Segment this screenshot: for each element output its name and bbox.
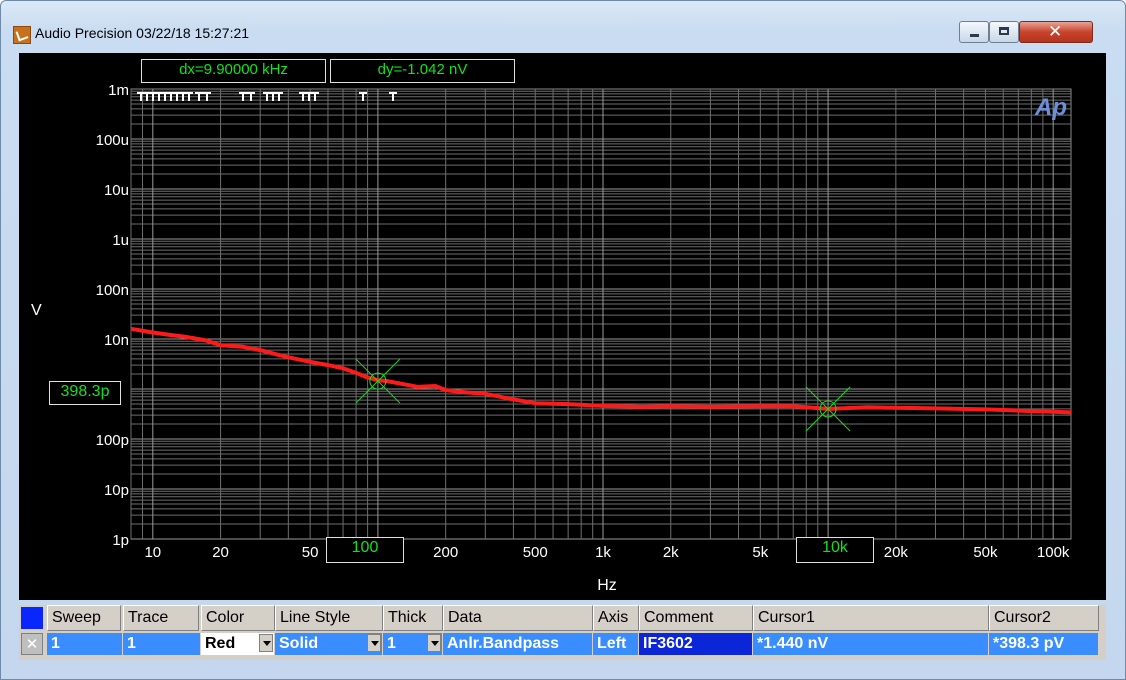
maximize-button[interactable] — [989, 21, 1019, 43]
x-tick-label: 10 — [144, 544, 161, 561]
x-tick-label: 20 — [212, 544, 229, 561]
cursor-y-readout: 398.3p — [49, 381, 121, 405]
cell-line-style[interactable]: Solid — [275, 633, 383, 655]
thick-dropdown-icon[interactable] — [427, 634, 441, 652]
cell-line-style-value: Solid — [279, 635, 319, 652]
trace-table: Sweep Trace Color Line Style Thick Data … — [19, 605, 1106, 660]
ap-logo: Ap — [1034, 94, 1067, 121]
header-color[interactable]: Color — [201, 605, 275, 631]
x-tick-label: 5k — [752, 544, 768, 561]
header-trace[interactable]: Trace — [123, 605, 199, 631]
dy-readout: dy=-1.042 nV — [330, 59, 515, 83]
trace-color-swatch[interactable] — [21, 607, 43, 629]
color-dropdown-icon[interactable] — [259, 634, 273, 652]
y-tick-label: 100u — [96, 132, 129, 149]
row-delete-checkbox[interactable]: ✕ — [21, 633, 43, 655]
cell-axis[interactable]: Left — [593, 633, 639, 655]
app-window: Audio Precision 03/22/18 15:27:21 ✕ 1m 10… — [0, 0, 1126, 680]
minimize-button[interactable] — [959, 21, 989, 43]
cell-comment[interactable]: IF3602 — [639, 633, 753, 655]
plot-area[interactable]: 1m 100u 10u 1u 100n 10n 100p 10p 1p 10 20 50 200 500 1… — [19, 53, 1106, 600]
cell-cursor1[interactable]: *1.440 nV — [753, 633, 989, 655]
cell-trace[interactable]: 1 — [123, 633, 201, 655]
x-tick-label: 500 — [523, 544, 548, 561]
y-tick-label: 100n — [96, 282, 129, 299]
y-tick-label: 10p — [104, 482, 129, 499]
header-comment[interactable]: Comment — [639, 605, 753, 631]
x-tick-label: 50 — [302, 544, 319, 561]
graph-panel[interactable]: 1m 100u 10u 1u 100n 10n 100p 10p 1p 10 20 50 200 500 1… — [19, 53, 1106, 600]
y-tick-label: 10u — [104, 182, 129, 199]
cell-thick[interactable]: 1 — [383, 633, 443, 655]
header-line-style[interactable]: Line Style — [275, 605, 383, 631]
x-tick-label: 1k — [595, 544, 611, 561]
maximize-icon — [999, 27, 1009, 35]
audio-precision-app-icon[interactable] — [13, 26, 31, 44]
x-tick-label: 200 — [433, 544, 458, 561]
header-thick[interactable]: Thick — [383, 605, 443, 631]
x-tick-label: 20k — [884, 544, 909, 561]
header-cursor1[interactable]: Cursor1 — [753, 605, 989, 631]
close-icon: ✕ — [1048, 22, 1063, 42]
plot-border — [130, 88, 1072, 540]
line-style-dropdown-icon[interactable] — [367, 634, 381, 652]
cell-color[interactable]: Red — [201, 633, 275, 655]
y-tick-label: 1m — [108, 82, 129, 99]
minimize-icon — [970, 34, 979, 37]
title-bar[interactable]: Audio Precision 03/22/18 15:27:21 ✕ — [1, 1, 1125, 47]
y-axis-unit: V — [31, 302, 42, 319]
close-button[interactable]: ✕ — [1019, 21, 1093, 43]
cursor1-x-readout: 100 — [326, 537, 404, 563]
cursor2-x-readout: 10k — [796, 537, 874, 563]
header-cursor2[interactable]: Cursor2 — [989, 605, 1099, 631]
header-data[interactable]: Data — [443, 605, 593, 631]
x-tick-label: 100k — [1037, 544, 1070, 561]
x-tick-label: 50k — [973, 544, 998, 561]
cell-data[interactable]: Anlr.Bandpass — [443, 633, 593, 655]
y-tick-label: 100p — [96, 432, 129, 449]
cell-cursor2[interactable]: *398.3 pV — [989, 633, 1099, 655]
y-tick-label: 1p — [112, 532, 129, 549]
x-axis-unit: Hz — [597, 577, 617, 594]
header-sweep[interactable]: Sweep — [47, 605, 121, 631]
cell-sweep[interactable]: 1 — [47, 633, 123, 655]
dx-readout: dx=9.90000 kHz — [141, 59, 326, 83]
cell-thick-value: 1 — [387, 635, 396, 652]
x-tick-label: 2k — [663, 544, 679, 561]
y-tick-label: 10n — [104, 332, 129, 349]
window-title: Audio Precision 03/22/18 15:27:21 — [35, 25, 250, 41]
y-tick-label: 1u — [112, 232, 129, 249]
header-axis[interactable]: Axis — [593, 605, 639, 631]
cell-color-value: Red — [205, 635, 236, 652]
